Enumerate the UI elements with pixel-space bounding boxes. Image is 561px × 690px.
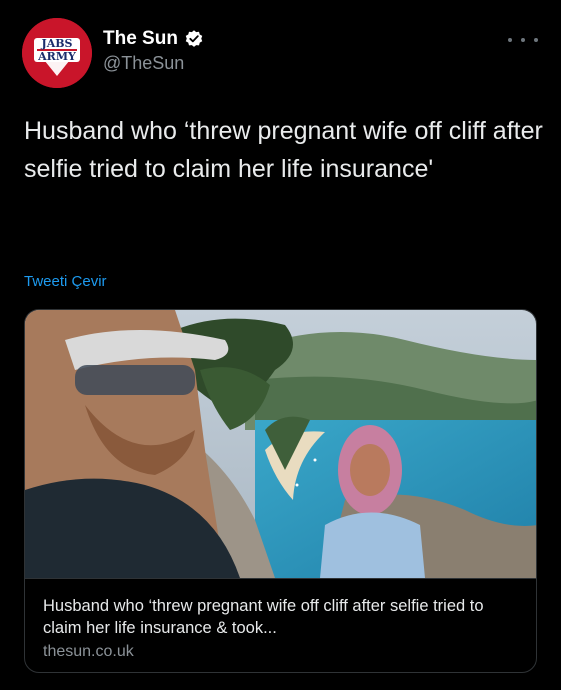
translate-tweet-link[interactable]: Tweeti Çevir xyxy=(24,273,107,290)
link-preview-body[interactable]: Husband who ‘threw pregnant wife off cli… xyxy=(25,578,536,663)
link-preview-card[interactable]: Husband who ‘threw pregnant wife off cli… xyxy=(24,309,537,673)
jabs-army-logo-icon: JABS ARMY xyxy=(22,18,92,88)
link-preview-title: Husband who ‘threw pregnant wife off cli… xyxy=(43,597,484,637)
avatar[interactable]: JABS ARMY xyxy=(22,18,92,88)
more-dot xyxy=(534,38,538,42)
link-preview-domain: thesun.co.uk xyxy=(43,643,134,660)
avatar-text-top: JABS xyxy=(41,37,73,50)
article-photo[interactable] xyxy=(25,310,536,578)
avatar-text-bottom: ARMY xyxy=(37,50,76,63)
more-dot xyxy=(521,38,525,42)
more-options-icon[interactable] xyxy=(508,30,538,50)
display-name[interactable]: The Sun xyxy=(103,28,178,50)
verified-badge-icon xyxy=(185,30,203,47)
article-photo-illustration xyxy=(25,310,536,578)
author-name-row: The Sun xyxy=(103,28,204,50)
more-dot xyxy=(508,38,512,42)
author-handle[interactable]: @TheSun xyxy=(103,53,184,74)
tweet-text: Husband who ‘threw pregnant wife off cli… xyxy=(24,117,543,183)
